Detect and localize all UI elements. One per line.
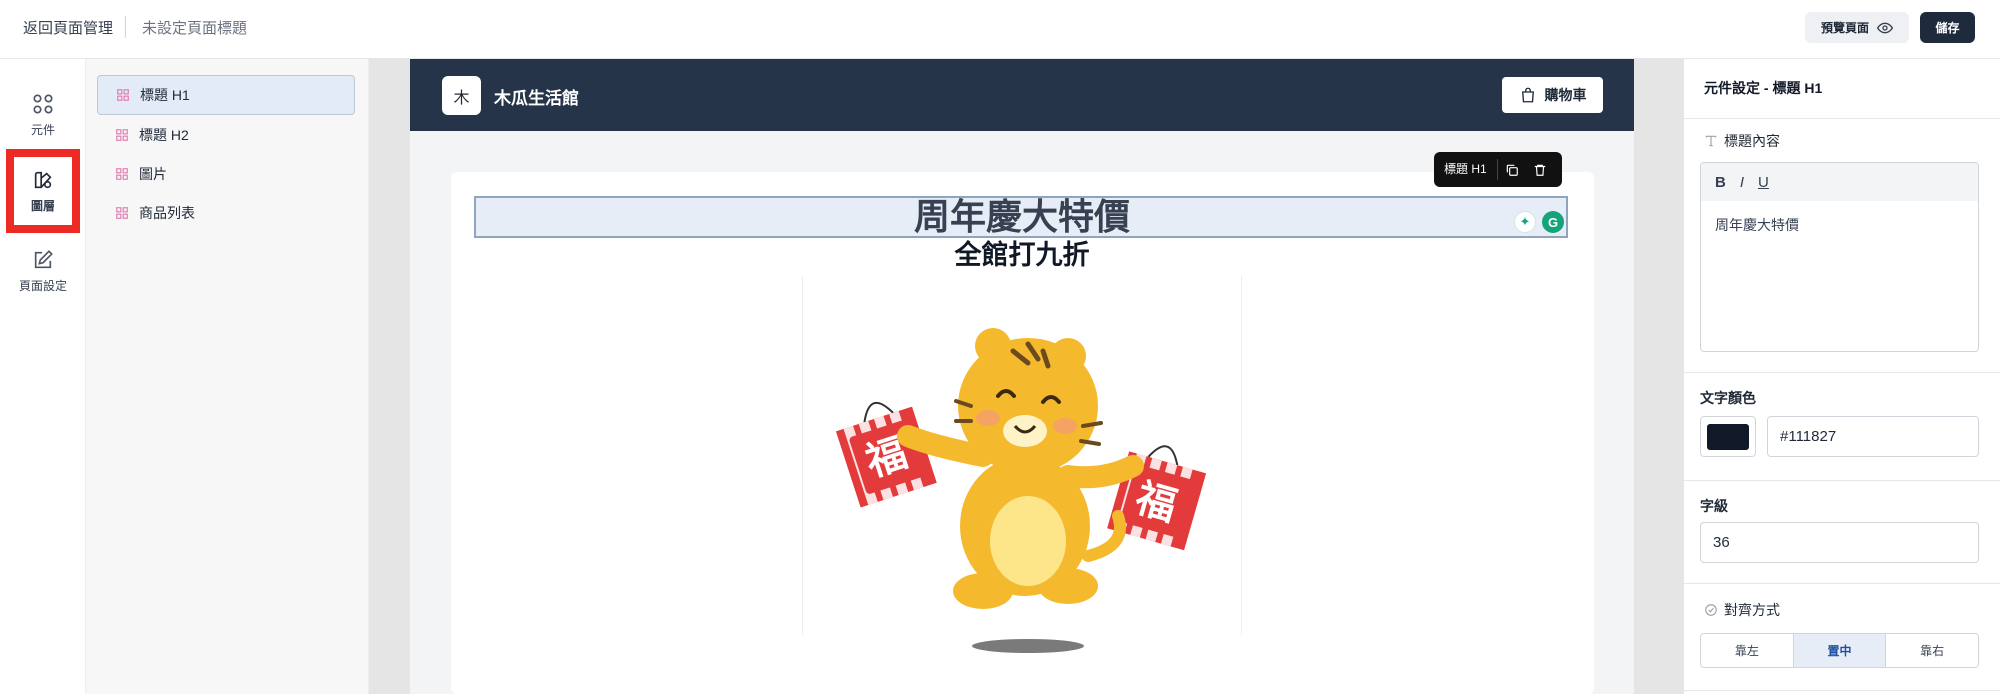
layer-item-image[interactable]: 圖片 <box>97 154 355 194</box>
component-icon <box>117 89 129 101</box>
rail-label-layers: 圖層 <box>30 198 55 213</box>
image-block[interactable]: 福 福 <box>802 276 1242 653</box>
layers-panel: 標題 H1 標題 H2 圖片 商品列表 <box>86 59 369 694</box>
grid-icon <box>33 93 53 114</box>
heading-h2[interactable]: 全館打九折 <box>410 237 1634 273</box>
layer-item-product-list[interactable]: 商品列表 <box>97 193 355 233</box>
align-left-button[interactable]: 靠左 <box>1701 634 1794 667</box>
align-right-button[interactable]: 靠右 <box>1886 634 1978 667</box>
rich-text-editor[interactable]: B I U 周年慶大特價 <box>1700 162 1979 352</box>
layer-label: 商品列表 <box>139 205 195 221</box>
divider <box>1684 690 2000 691</box>
edit-icon <box>34 249 53 268</box>
layer-label: 標題 H1 <box>140 87 190 103</box>
font-size-input[interactable]: 36 <box>1700 522 1979 563</box>
color-swatch-button[interactable] <box>1700 416 1756 457</box>
properties-panel: 元件設定 - 標題 H1 標題內容 B I U 周年慶大特價 文字顏色 #111… <box>1683 59 2000 694</box>
eye-icon <box>1877 22 1893 33</box>
sidebar-rail: 元件 圖層 頁面設定 <box>0 59 86 694</box>
tiger-mascot-image: 福 福 <box>835 328 1207 653</box>
save-button[interactable]: 儲存 <box>1920 12 1975 43</box>
element-floating-toolbar: 標題 H1 <box>1434 152 1562 187</box>
heading-h1[interactable]: 周年慶大特價 <box>410 196 1634 238</box>
rail-label-page-settings: 頁面設定 <box>18 278 67 293</box>
rail-label-components: 元件 <box>30 122 55 137</box>
layer-item-h1[interactable]: 標題 H1 <box>97 75 355 115</box>
editor-toolbar: B I U <box>1701 163 1978 201</box>
color-swatch <box>1707 423 1749 450</box>
rail-item-page-settings[interactable]: 頁面設定 <box>6 229 80 313</box>
site-logo[interactable]: 木 <box>442 76 481 115</box>
grammarly-icon[interactable]: G <box>1542 211 1564 233</box>
site-header: 木 木瓜生活館 購物車 <box>410 59 1634 131</box>
cart-button[interactable]: 購物車 <box>1502 77 1603 113</box>
top-bar: 返回頁面管理 未設定頁面標題 預覽頁面 儲存 <box>0 0 2000 59</box>
component-icon <box>116 129 128 141</box>
breadcrumb-divider <box>125 16 126 38</box>
component-icon <box>116 168 128 180</box>
divider <box>1684 583 2000 584</box>
alignment-label: 對齊方式 <box>1704 600 1780 620</box>
back-to-page-management-link[interactable]: 返回頁面管理 <box>23 17 113 38</box>
text-color-input[interactable]: #111827 <box>1767 416 1979 457</box>
layer-label: 標題 H2 <box>139 127 189 143</box>
preview-page-button[interactable]: 預覽頁面 <box>1805 12 1909 43</box>
cart-label: 購物車 <box>1544 87 1587 103</box>
layer-item-h2[interactable]: 標題 H2 <box>97 115 355 155</box>
extension-icons: ✦ G <box>1514 211 1564 233</box>
check-circle-icon <box>1705 604 1717 616</box>
site-preview: 木 木瓜生活館 購物車 周年慶大特價 全館打九折 ✦ G 標題 H1 福 福 <box>410 59 1634 694</box>
divider <box>1684 372 2000 373</box>
trash-icon[interactable] <box>1526 163 1554 177</box>
text-color-label: 文字顏色 <box>1700 390 1756 406</box>
preview-label: 預覽頁面 <box>1820 21 1869 35</box>
font-size-label: 字級 <box>1700 498 1728 514</box>
page-title[interactable]: 未設定頁面標題 <box>142 17 247 38</box>
site-name: 木瓜生活館 <box>494 89 579 108</box>
divider <box>1684 118 2000 119</box>
rail-item-layers[interactable]: 圖層 <box>6 149 80 233</box>
lightbulb-icon[interactable]: ✦ <box>1514 211 1536 233</box>
layers-icon <box>34 171 52 188</box>
element-type-label: 標題 H1 <box>1434 159 1498 180</box>
editor-text[interactable]: 周年慶大特價 <box>1701 201 1978 249</box>
component-icon <box>116 207 128 219</box>
bold-icon[interactable]: B <box>1715 174 1726 191</box>
layer-label: 圖片 <box>139 166 167 182</box>
text-icon <box>1705 135 1717 147</box>
rail-item-components[interactable]: 元件 <box>6 73 80 157</box>
divider <box>1684 480 2000 481</box>
properties-title: 元件設定 - 標題 H1 <box>1704 80 1823 96</box>
shopping-bag-icon <box>1521 87 1534 103</box>
align-center-button[interactable]: 置中 <box>1793 634 1887 667</box>
alignment-segmented-control: 靠左 置中 靠右 <box>1700 633 1979 668</box>
duplicate-icon[interactable] <box>1498 163 1526 177</box>
heading-content-label: 標題內容 <box>1704 131 1780 151</box>
italic-icon[interactable]: I <box>1740 174 1744 191</box>
underline-icon[interactable]: U <box>1758 174 1769 191</box>
